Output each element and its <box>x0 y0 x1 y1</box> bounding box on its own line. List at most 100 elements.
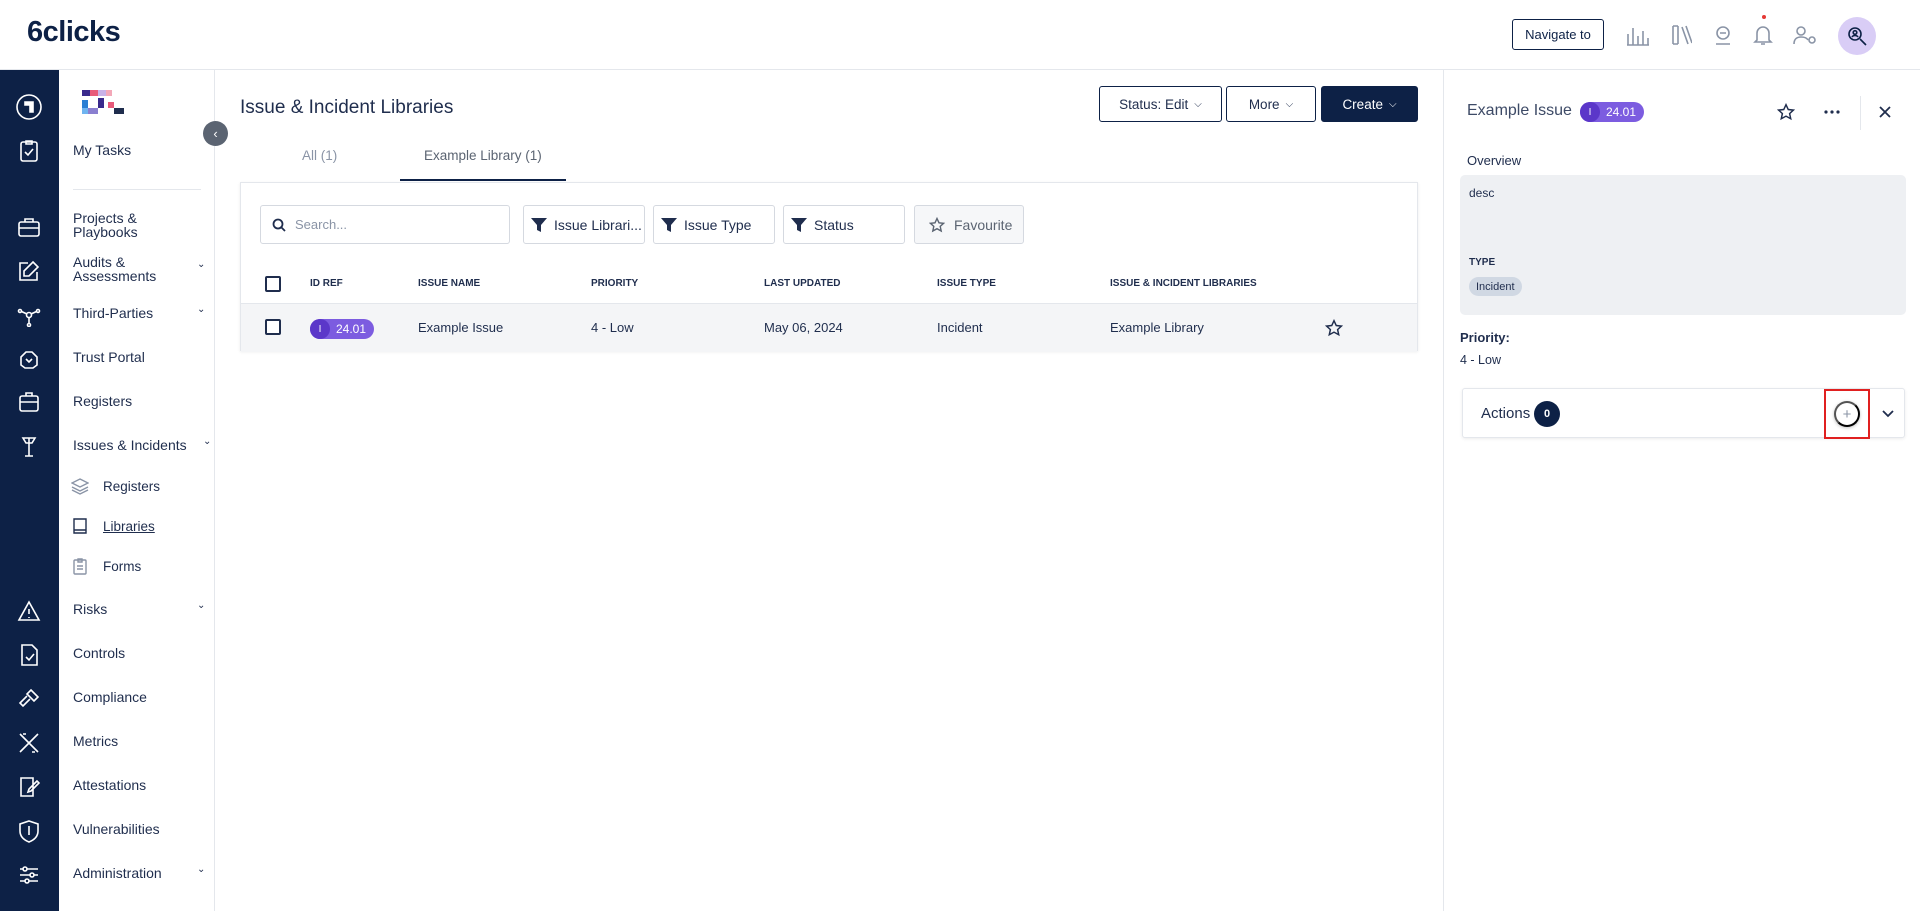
brand-logo[interactable]: 6clicks <box>27 16 121 49</box>
issue-name-cell[interactable]: Example Issue <box>418 320 503 335</box>
edit-icon[interactable] <box>16 258 42 284</box>
tools-icon[interactable] <box>16 434 42 460</box>
register-icon[interactable] <box>16 390 42 416</box>
sidebar-item-metrics[interactable]: Metrics <box>73 734 203 748</box>
chevron-down-icon: ⌄ <box>197 864 206 875</box>
gavel-icon[interactable] <box>16 686 42 712</box>
navigate-to-button[interactable]: Navigate to <box>1512 19 1604 50</box>
network-icon[interactable] <box>16 302 42 328</box>
filter-icon <box>531 217 547 232</box>
chevron-down-icon[interactable] <box>1879 405 1897 423</box>
sidebar-item-attestations[interactable]: Attestations <box>73 778 203 792</box>
id-prefix: I <box>310 319 330 339</box>
tab-all[interactable]: All (1) <box>302 148 337 163</box>
sidebar-item-controls[interactable]: Controls <box>73 646 203 660</box>
sidebar-subitem-label: Forms <box>103 558 142 574</box>
briefcase-icon[interactable] <box>16 214 42 240</box>
actions-label: Actions <box>1481 405 1531 422</box>
sidebar-item-label: Controls <box>73 645 126 661</box>
search-input[interactable]: Search... <box>260 205 510 244</box>
metrics-icon[interactable] <box>16 730 42 756</box>
issue-type-cell: Incident <box>937 320 983 335</box>
column-header-priority[interactable]: PRIORITY <box>591 278 638 289</box>
add-action-button[interactable]: + <box>1834 401 1860 427</box>
close-icon[interactable] <box>1873 100 1897 124</box>
controls-icon[interactable] <box>16 642 42 668</box>
id-value: 24.01 <box>1606 105 1637 119</box>
column-header-id-ref[interactable]: ID REF <box>310 278 343 289</box>
sidebar-item-my-tasks[interactable]: My Tasks <box>73 143 203 157</box>
filter-icon <box>791 217 807 232</box>
sidebar-item-projects[interactable]: Projects & Playbooks <box>73 211 203 239</box>
sidebar-subitem-label: Libraries <box>103 518 155 534</box>
table-row[interactable]: I 24.01 Example Issue 4 - Low May 06, 20… <box>241 303 1417 352</box>
overview-box: desc TYPE Incident <box>1460 175 1906 315</box>
chevron-down-icon: ⌄ <box>197 259 206 270</box>
favourite-filter-button[interactable]: Favourite <box>914 205 1024 244</box>
icon-rail <box>0 70 59 911</box>
sidebar-item-label: Third-Parties <box>73 305 154 321</box>
notification-dot <box>1762 15 1766 19</box>
sidebar-item-compliance[interactable]: Compliance <box>73 690 203 704</box>
sidebar-subitem-libraries[interactable]: Libraries <box>71 517 201 535</box>
sidebar-subitem-registers[interactable]: Registers <box>71 477 201 495</box>
column-header-last-updated[interactable]: LAST UPDATED <box>764 278 840 289</box>
status-button[interactable]: Status: Edit ⌵ <box>1099 86 1222 122</box>
trust-icon[interactable] <box>1710 22 1736 48</box>
filter-label: Status <box>814 216 854 233</box>
filter-issue-type[interactable]: Issue Type <box>653 205 775 244</box>
handshake-icon[interactable] <box>16 346 42 372</box>
more-button[interactable]: More ⌵ <box>1226 86 1316 122</box>
collapse-sidebar-button[interactable]: ‹ <box>203 121 228 146</box>
analytics-icon[interactable] <box>1625 22 1651 48</box>
sidebar-item-vulnerabilities[interactable]: Vulnerabilities <box>73 822 203 836</box>
home-icon[interactable] <box>16 94 42 120</box>
user-settings-icon[interactable] <box>1792 22 1818 48</box>
top-bar: 6clicks Navigate to <box>0 0 1920 70</box>
bell-icon[interactable] <box>1750 22 1776 48</box>
sliders-icon[interactable] <box>16 862 42 888</box>
column-header-issue-name[interactable]: ISSUE NAME <box>418 278 480 289</box>
sidebar-item-audits[interactable]: Audits & Assessments ⌄ <box>73 255 206 283</box>
page-title: Issue & Incident Libraries <box>240 97 454 118</box>
tasks-icon[interactable] <box>16 138 42 164</box>
filter-status[interactable]: Status <box>783 205 905 244</box>
id-ref-badge: I 24.01 <box>310 319 375 339</box>
sidebar-item-administration[interactable]: Administration ⌄ <box>73 864 206 880</box>
priority-cell: 4 - Low <box>591 320 634 335</box>
filter-icon <box>661 217 677 232</box>
tab-example-library[interactable]: Example Library (1) <box>424 148 542 163</box>
sidebar-item-third-parties[interactable]: Third-Parties ⌄ <box>73 304 205 321</box>
sidebar-item-label: Vulnerabilities <box>73 821 160 837</box>
shield-icon[interactable] <box>16 818 42 844</box>
sidebar-subitem-forms[interactable]: Forms <box>71 557 201 575</box>
search-icon <box>272 218 286 232</box>
chevron-down-icon: ⌵ <box>1388 98 1397 110</box>
sidebar-item-registers[interactable]: Registers <box>73 394 203 408</box>
sidebar-item-label: Registers <box>73 393 133 409</box>
row-checkbox[interactable] <box>265 319 281 335</box>
more-options-icon[interactable] <box>1820 100 1844 124</box>
sidebar-item-label: Risks <box>73 601 108 617</box>
favourite-star-icon[interactable] <box>1324 318 1344 340</box>
actions-count-badge: 0 <box>1534 401 1560 427</box>
chevron-down-icon: ⌵ <box>1285 98 1294 110</box>
filter-issue-libraries[interactable]: Issue Librari... <box>523 205 645 244</box>
sidebar-item-label: Metrics <box>73 733 119 749</box>
star-icon[interactable] <box>1774 100 1798 124</box>
warning-icon[interactable] <box>16 598 42 624</box>
column-header-issue-type[interactable]: ISSUE TYPE <box>937 278 996 289</box>
sidebar-item-label: Attestations <box>73 777 147 793</box>
id-value: 24.01 <box>336 322 367 336</box>
search-user-icon[interactable] <box>1838 17 1876 55</box>
sidebar-item-issues-incidents[interactable]: Issues & Incidents ⌄ <box>73 436 211 452</box>
chevron-down-icon: ⌄ <box>203 436 212 447</box>
column-header-libraries[interactable]: ISSUE & INCIDENT LIBRARIES <box>1110 278 1257 289</box>
sidebar-item-trust-portal[interactable]: Trust Portal <box>73 350 203 364</box>
create-label: Create <box>1342 96 1383 112</box>
create-button[interactable]: Create ⌵ <box>1321 86 1418 122</box>
sidebar-item-risks[interactable]: Risks ⌄ <box>73 600 205 617</box>
attestation-icon[interactable] <box>16 774 42 800</box>
library-icon[interactable] <box>1668 22 1694 48</box>
select-all-checkbox[interactable] <box>265 276 281 292</box>
